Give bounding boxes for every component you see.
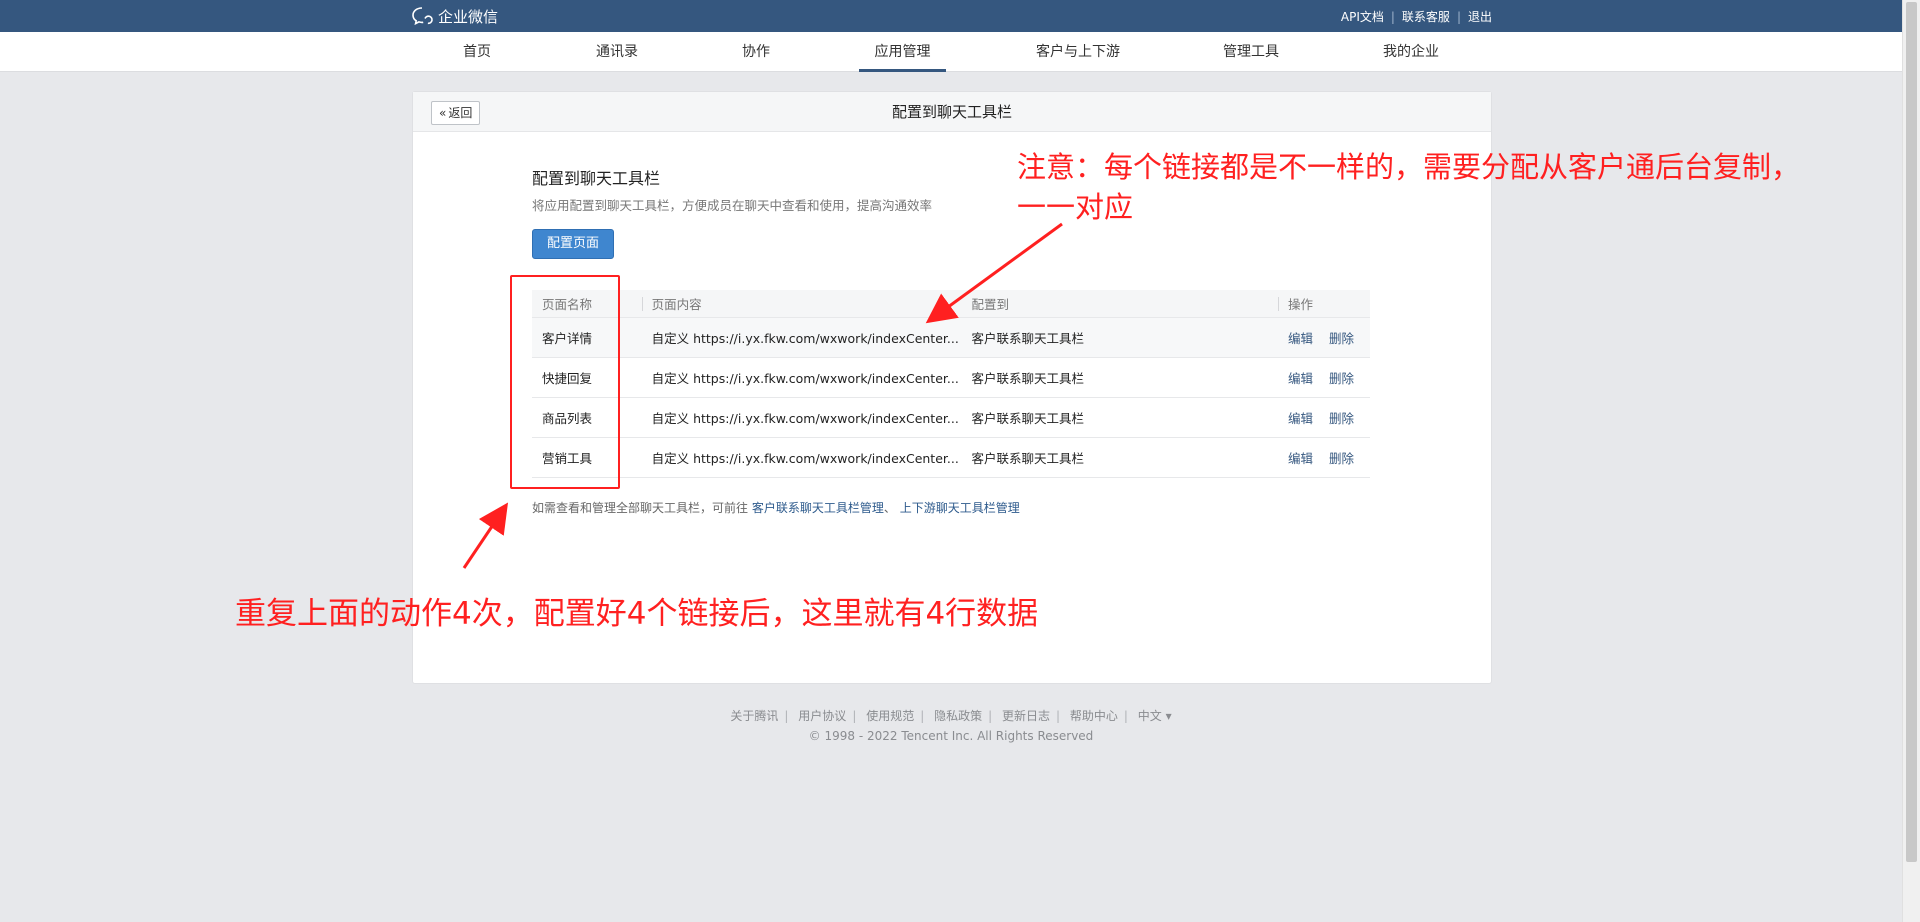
footer-usage-link[interactable]: 使用规范 (866, 709, 914, 723)
edit-link[interactable]: 编辑 (1288, 331, 1313, 346)
table-row: 商品列表 自定义 https://i.yx.fkw.com/wxwork/ind… (532, 397, 1370, 438)
page-content-cell: 自定义 https://i.yx.fkw.com/wxwork/indexCen… (641, 397, 962, 438)
actions-cell: 编辑 删除 (1277, 357, 1370, 398)
nav-app-management[interactable]: 应用管理 (859, 32, 946, 72)
footer-links: 关于腾讯 | 用户协议 | 使用规范 | 隐私政策 | 更新日志 | 帮助中心 | 中文 ▾ (730, 709, 1172, 723)
target-cell: 客户联系聊天工具栏 (961, 437, 1278, 478)
page-content-cell: 自定义 https://i.yx.fkw.com/wxwork/indexCen… (641, 437, 962, 478)
footer-help-link[interactable]: 帮助中心 (1070, 709, 1118, 723)
column-header-content: 页面内容 (641, 290, 962, 318)
actions-cell: 编辑 删除 (1277, 437, 1370, 478)
nav-management-tools[interactable]: 管理工具 (1218, 32, 1284, 72)
table-row: 快捷回复 自定义 https://i.yx.fkw.com/wxwork/ind… (532, 357, 1370, 398)
footer-terms-link[interactable]: 用户协议 (798, 709, 846, 723)
nav-contacts[interactable]: 通讯录 (592, 32, 642, 72)
brand-logo[interactable]: 企业微信 (412, 6, 498, 26)
page-content-cell: 自定义 https://i.yx.fkw.com/wxwork/indexCen… (641, 357, 962, 398)
language-select[interactable]: 中文 ▾ (1138, 709, 1172, 723)
brand-name: 企业微信 (438, 7, 499, 26)
panel-header: 配置到聊天工具栏 « 返回 (413, 92, 1491, 132)
table-row: 客户详情 自定义 https://i.yx.fkw.com/wxwork/ind… (532, 317, 1370, 358)
footer-changelog-link[interactable]: 更新日志 (1002, 709, 1050, 723)
annotation-top: 注意：每个链接都是不一样的，需要分配从客户通后台复制， 一一对应 (1017, 150, 1801, 224)
top-bar: 企业微信 API文档 | 联系客服 | 退出 (0, 0, 1902, 32)
table-row: 营销工具 自定义 https://i.yx.fkw.com/wxwork/ind… (532, 437, 1370, 478)
nav-my-enterprise[interactable]: 我的企业 (1378, 32, 1444, 72)
actions-cell: 编辑 删除 (1277, 317, 1370, 358)
contact-support-link[interactable]: 联系客服 (1402, 8, 1450, 25)
section-title: 配置到聊天工具栏 (532, 169, 661, 188)
annotation-highlight-box (510, 275, 620, 489)
separator: | (1390, 9, 1395, 24)
double-chevron-left-icon: « (439, 106, 447, 120)
delete-link[interactable]: 删除 (1329, 451, 1354, 466)
logout-link[interactable]: 退出 (1468, 8, 1492, 25)
manage-toolbar-note: 如需查看和管理全部聊天工具栏，可前往 客户联系聊天工具栏管理、 上下游聊天工具栏… (532, 501, 1020, 515)
page-scrollbar[interactable] (1902, 0, 1920, 922)
column-header-target: 配置到 (961, 290, 1278, 318)
target-cell: 客户联系聊天工具栏 (961, 397, 1278, 438)
page-content-cell: 自定义 https://i.yx.fkw.com/wxwork/indexCen… (641, 317, 962, 358)
footer-about-link[interactable]: 关于腾讯 (730, 709, 778, 723)
top-links: API文档 | 联系客服 | 退出 (1341, 8, 1492, 25)
toolbar-table: 页面名称 页面内容 配置到 操作 客户详情 自定义 https://i.yx.f… (532, 290, 1370, 478)
edit-link[interactable]: 编辑 (1288, 411, 1313, 426)
back-label: 返回 (448, 106, 473, 120)
annotation-bottom: 重复上面的动作4次，配置好4个链接后，这里就有4行数据 (235, 596, 1039, 632)
config-page-button[interactable]: 配置页面 (532, 229, 614, 259)
target-cell: 客户联系聊天工具栏 (961, 317, 1278, 358)
panel-title: 配置到聊天工具栏 (891, 103, 1012, 121)
delete-link[interactable]: 删除 (1329, 411, 1354, 426)
separator: | (1456, 9, 1461, 24)
back-button[interactable]: « 返回 (431, 101, 481, 125)
copyright: © 1998 - 2022 Tencent Inc. All Rights Re… (808, 729, 1094, 743)
delete-link[interactable]: 删除 (1329, 331, 1354, 346)
api-docs-link[interactable]: API文档 (1341, 8, 1384, 25)
column-header-actions: 操作 (1277, 290, 1370, 318)
edit-link[interactable]: 编辑 (1288, 371, 1313, 386)
table-header-row: 页面名称 页面内容 配置到 操作 (532, 290, 1370, 318)
wecom-logo-icon (412, 6, 434, 26)
edit-link[interactable]: 编辑 (1288, 451, 1313, 466)
scrollbar-thumb[interactable] (1906, 2, 1917, 862)
nav-customers-upstream[interactable]: 客户与上下游 (1030, 32, 1126, 72)
target-cell: 客户联系聊天工具栏 (961, 357, 1278, 398)
main-nav: 首页 通讯录 协作 应用管理 客户与上下游 管理工具 我的企业 (0, 32, 1902, 72)
section-description: 将应用配置到聊天工具栏，方便成员在聊天中查看和使用，提高沟通效率 (532, 198, 933, 213)
actions-cell: 编辑 删除 (1277, 397, 1370, 438)
nav-home[interactable]: 首页 (455, 32, 499, 72)
nav-collaboration[interactable]: 协作 (736, 32, 776, 72)
footer-privacy-link[interactable]: 隐私政策 (934, 709, 982, 723)
customer-toolbar-manage-link[interactable]: 客户联系聊天工具栏管理 (752, 501, 884, 515)
delete-link[interactable]: 删除 (1329, 371, 1354, 386)
upstream-toolbar-manage-link[interactable]: 上下游聊天工具栏管理 (900, 501, 1020, 515)
